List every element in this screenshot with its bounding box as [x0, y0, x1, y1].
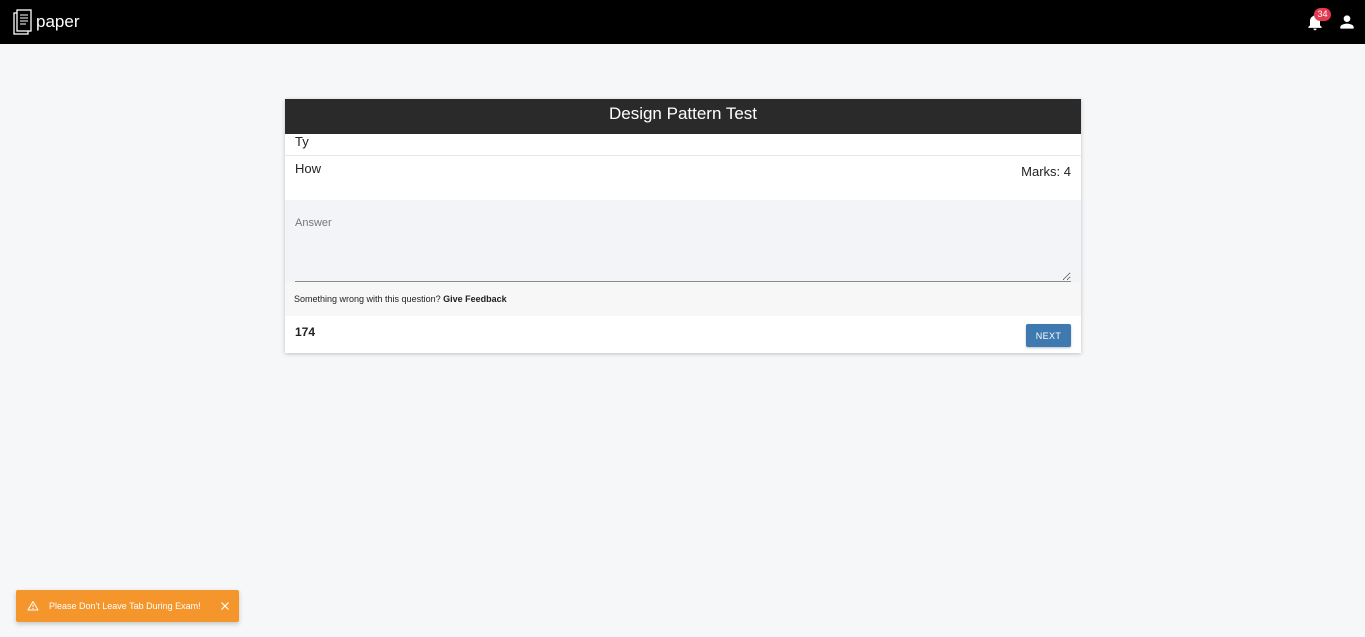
question-text: How [295, 161, 322, 176]
exam-title: Design Pattern Test [285, 99, 1081, 134]
warning-icon [27, 601, 39, 611]
question-row: How Marks: 4 [285, 156, 1081, 200]
feedback-row: Something wrong with this question? Give… [285, 282, 1081, 316]
next-button[interactable]: NEXT [1026, 324, 1071, 347]
user-icon[interactable] [1337, 12, 1357, 32]
paper-logo-icon [13, 9, 32, 35]
timer-value: 174 [295, 325, 316, 339]
warning-toast: Please Don't Leave Tab During Exam! [16, 590, 239, 622]
answer-field-container: Answer [285, 200, 1081, 282]
give-feedback-link[interactable]: Give Feedback [443, 294, 507, 304]
section-label: Ty [285, 134, 1081, 156]
answer-field[interactable] [295, 236, 1071, 282]
marks-label: Marks: 4 [1021, 164, 1071, 179]
toast-message: Please Don't Leave Tab During Exam! [49, 601, 201, 611]
answer-label: Answer [295, 217, 332, 229]
exam-card: Design Pattern Test Ty How Marks: 4 Answ… [285, 99, 1081, 353]
close-icon[interactable] [219, 600, 231, 612]
feedback-prompt: Something wrong with this question? [294, 294, 441, 304]
brand-name: paper [36, 12, 80, 31]
brand[interactable]: paper [12, 6, 79, 38]
notification-badge: 34 [1314, 8, 1331, 21]
top-navbar: paper 34 [0, 0, 1365, 44]
card-footer: 174 NEXT [285, 316, 1081, 353]
